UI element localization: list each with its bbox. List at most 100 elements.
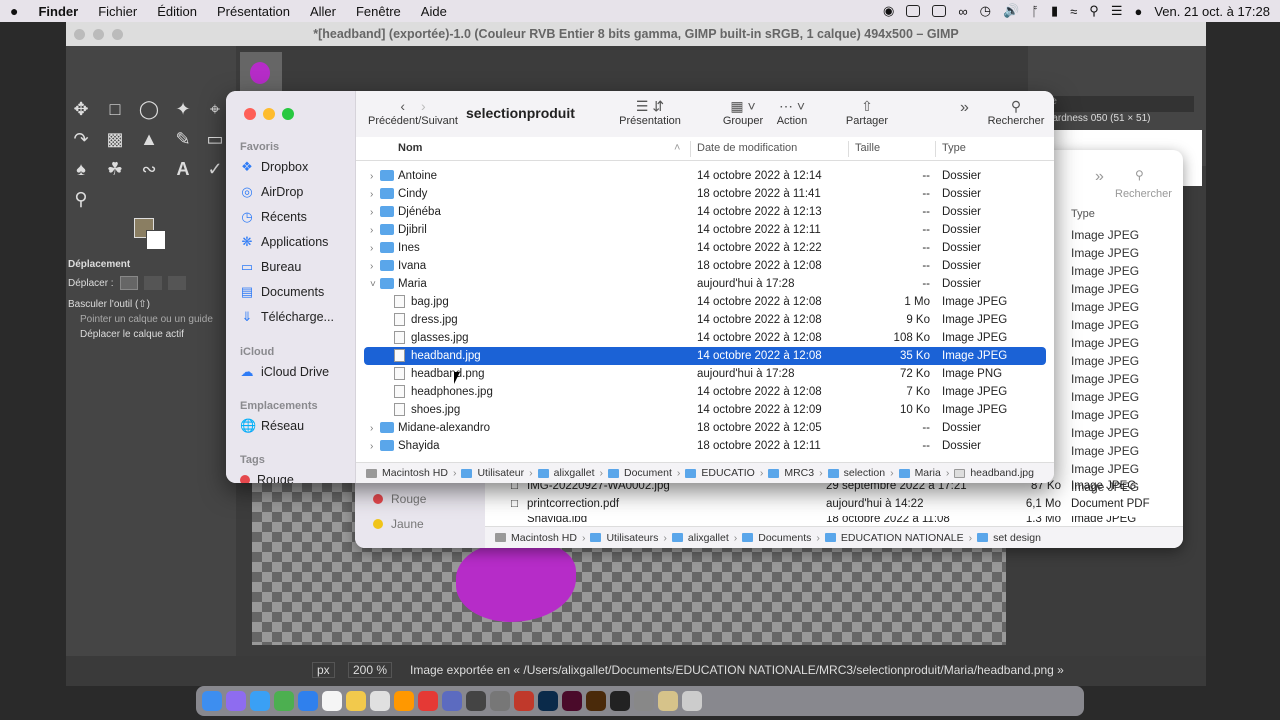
- mail-dock-icon[interactable]: [298, 691, 318, 711]
- warp-icon[interactable]: ↷: [68, 126, 94, 152]
- folder-row[interactable]: › Midane-alexandro 18 octobre 2022 à 12:05…: [364, 419, 1046, 437]
- zoom-tool-icon[interactable]: ⚲: [68, 186, 94, 212]
- image-tab-thumbnail[interactable]: [240, 52, 282, 94]
- move-tool-icon[interactable]: ✥: [68, 96, 94, 122]
- path-segment[interactable]: MRC3: [784, 467, 814, 479]
- gimp-minimize-button[interactable]: [93, 29, 104, 40]
- chevron-right-icon[interactable]: ›: [370, 243, 373, 254]
- wifi-icon[interactable]: ≈: [1070, 4, 1077, 19]
- illustrator-dock-icon[interactable]: [586, 691, 606, 711]
- folder-row[interactable]: › Ines 14 octobre 2022 à 12:22 -- Dossier: [364, 239, 1046, 257]
- path-segment[interactable]: Macintosh HD: [511, 532, 577, 544]
- text-tool-icon[interactable]: A: [170, 156, 196, 182]
- music-dock-icon[interactable]: [418, 691, 438, 711]
- path-segment[interactable]: selection: [844, 467, 885, 479]
- folder-row[interactable]: › Djénéba 14 octobre 2022 à 12:13 -- Dossier: [364, 203, 1046, 221]
- path-segment[interactable]: alixgallet: [688, 532, 729, 544]
- file-row[interactable]: dress.jpg 14 octobre 2022 à 12:08 9 Ko Imag…: [364, 311, 1046, 329]
- sidebar-item-icloud-drive[interactable]: ☁ iCloud Drive: [240, 361, 330, 383]
- chevron-right-icon[interactable]: ›: [370, 171, 373, 182]
- indesign-dock-icon[interactable]: [562, 691, 582, 711]
- menu-clock[interactable]: Ven. 21 oct. à 17:28: [1154, 4, 1270, 19]
- folder-row[interactable]: ˅ Maria aujourd'hui à 17:28 -- Dossier: [364, 275, 1046, 293]
- messages-dock-icon[interactable]: [274, 691, 294, 711]
- back-type-header[interactable]: Type: [1071, 208, 1095, 220]
- crop-icon[interactable]: ⌖: [202, 96, 228, 122]
- file-row[interactable]: headband.png aujourd'hui à 17:28 72 Ko Imag…: [364, 365, 1046, 383]
- more-chevrons-icon[interactable]: »: [960, 99, 969, 117]
- clone-icon[interactable]: ♠: [68, 156, 94, 182]
- chevron-right-icon[interactable]: ›: [370, 207, 373, 218]
- menu-edition[interactable]: Édition: [147, 4, 207, 19]
- sidebar-item-tag-rouge[interactable]: Rouge: [240, 469, 294, 483]
- back-more-icon[interactable]: »: [1095, 168, 1104, 186]
- gimp-zoom-button[interactable]: [112, 29, 123, 40]
- chevron-right-icon[interactable]: ›: [370, 225, 373, 236]
- move-selection-mode-button[interactable]: [143, 276, 162, 290]
- apple-menu-icon[interactable]: ●: [0, 3, 28, 19]
- folder-row[interactable]: › Antoine 14 octobre 2022 à 12:14 -- Dossier: [364, 167, 1046, 185]
- sidebar-item-documents[interactable]: ▤ Documents: [240, 281, 324, 303]
- eraser-icon[interactable]: ▭: [202, 126, 228, 152]
- back-search-icon[interactable]: ⚲: [1135, 168, 1144, 182]
- photoshop-dock-icon[interactable]: [538, 691, 558, 711]
- fuzzy-select-icon[interactable]: ✦: [170, 96, 196, 122]
- bluetooth-icon[interactable]: ᚩ: [1031, 4, 1039, 19]
- folder-dock-icon[interactable]: [658, 691, 678, 711]
- folder-row[interactable]: › Djibril 14 octobre 2022 à 12:11 -- Dossier: [364, 221, 1046, 239]
- acrobat-dock-icon[interactable]: [514, 691, 534, 711]
- display-icon[interactable]: [932, 5, 947, 17]
- zoom-select[interactable]: 200 %: [348, 662, 393, 678]
- path-segment[interactable]: Utilisateurs: [606, 532, 658, 544]
- menu-aide[interactable]: Aide: [411, 4, 457, 19]
- search-button[interactable]: ⚲ Rechercher: [984, 91, 1048, 137]
- path-segment[interactable]: Macintosh HD: [382, 467, 448, 479]
- back-chevron-icon[interactable]: ‹: [400, 91, 405, 115]
- spotlight-icon[interactable]: ⚲: [1089, 3, 1099, 19]
- brush-filter-input[interactable]: filtre: [1034, 96, 1194, 112]
- chevron-right-icon[interactable]: ›: [370, 441, 373, 452]
- col-type[interactable]: Type: [942, 142, 966, 154]
- file-row[interactable]: glasses.jpg 14 octobre 2022 à 12:08 108 Ko…: [364, 329, 1046, 347]
- color-picker-icon[interactable]: ✓: [202, 156, 228, 182]
- file-row[interactable]: shoes.jpg 14 octobre 2022 à 12:09 10 Ko Ima…: [364, 401, 1046, 419]
- forward-chevron-icon[interactable]: ›: [421, 91, 426, 115]
- menu-fenetre[interactable]: Fenêtre: [346, 4, 411, 19]
- menu-fichier[interactable]: Fichier: [88, 4, 147, 19]
- path-segment[interactable]: alixgallet: [554, 467, 595, 479]
- back-row-name[interactable]: printcorrection.pdf: [527, 498, 619, 510]
- sidebar-item-applications[interactable]: ❋ Applications: [240, 231, 329, 253]
- gimp-dock-icon[interactable]: [634, 691, 654, 711]
- transform-icon[interactable]: ▩: [102, 126, 128, 152]
- sidebar-item-recents[interactable]: ◷ Récents: [240, 206, 307, 228]
- pick-layer-option[interactable]: Pointer un calque ou un guide: [66, 312, 236, 327]
- zoom-button[interactable]: [282, 108, 294, 120]
- calendar-dock-icon[interactable]: [370, 691, 390, 711]
- background-color-swatch[interactable]: [146, 230, 166, 250]
- control-center-icon[interactable]: ☰: [1111, 3, 1123, 19]
- bucket-icon[interactable]: ▲: [136, 126, 162, 152]
- folder-row[interactable]: › Shayida 18 octobre 2022 à 12:11 -- Dossier: [364, 437, 1046, 455]
- time-machine-icon[interactable]: ◷: [980, 3, 991, 19]
- menu-app-finder[interactable]: Finder: [28, 4, 88, 19]
- chevron-right-icon[interactable]: ›: [370, 423, 373, 434]
- path-segment[interactable]: Documents: [758, 532, 811, 544]
- view-button[interactable]: ☰ ⇵ Présentation: [618, 91, 682, 137]
- sidebar-item-network[interactable]: 🌐 Réseau: [240, 415, 304, 437]
- menu-aller[interactable]: Aller: [300, 4, 346, 19]
- gimp-close-button[interactable]: [74, 29, 85, 40]
- trash-dock-icon[interactable]: [682, 691, 702, 711]
- launchpad-dock-icon[interactable]: [226, 691, 246, 711]
- path-segment[interactable]: EDUCATIO: [701, 467, 754, 479]
- unit-select[interactable]: px: [312, 662, 335, 678]
- terminal-dock-icon[interactable]: [610, 691, 630, 711]
- record-icon[interactable]: ◉: [883, 3, 894, 19]
- close-button[interactable]: [244, 108, 256, 120]
- rect-select-icon[interactable]: □: [102, 96, 128, 122]
- action-button[interactable]: ⋯ ˅ Action: [772, 91, 812, 137]
- paths-icon[interactable]: ∾: [136, 156, 162, 182]
- col-date[interactable]: Date de modification: [697, 142, 797, 154]
- move-active-layer-option[interactable]: Déplacer le calque actif: [66, 327, 236, 342]
- path-segment[interactable]: headband.jpg: [970, 467, 1034, 479]
- finder-dock-icon[interactable]: [202, 691, 222, 711]
